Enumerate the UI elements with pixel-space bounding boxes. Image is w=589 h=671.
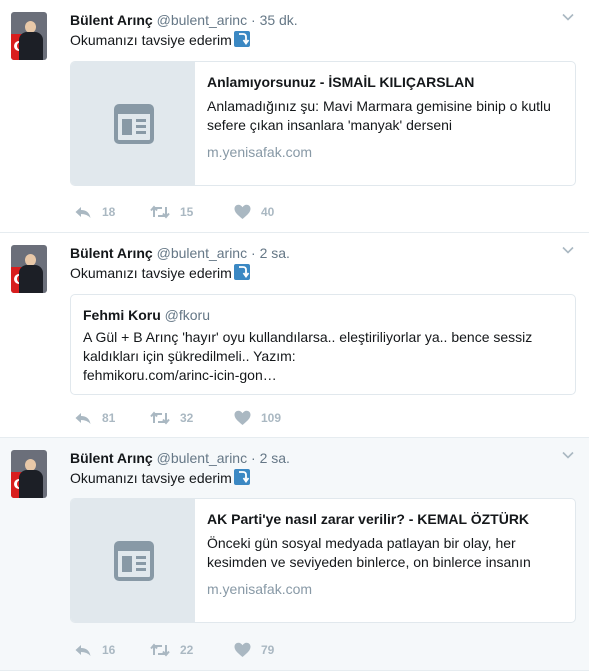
- separator: ·: [251, 245, 256, 261]
- retweet-button[interactable]: 22: [150, 640, 193, 660]
- chevron-down-icon[interactable]: [561, 448, 575, 462]
- retweet-icon: [150, 411, 170, 425]
- author-name[interactable]: Bülent Arınç: [70, 450, 153, 466]
- avatar[interactable]: [11, 450, 47, 498]
- card-thumbnail: [71, 62, 195, 185]
- tweet-text: Okumanızı tavsiye ederim: [70, 31, 250, 50]
- reply-count: 81: [102, 411, 116, 425]
- author-name[interactable]: Bülent Arınç: [70, 245, 153, 261]
- card-desc-line: kesimden ve seviyeden binlerce, on binle…: [207, 554, 531, 570]
- card-description: Anlamadığınız şu: Mavi Marmara gemisine …: [207, 97, 563, 135]
- card-title[interactable]: AK Parti'ye nasıl zarar verilir? - KEMAL…: [207, 510, 563, 528]
- like-button[interactable]: 40: [234, 202, 274, 222]
- author-handle[interactable]: @bulent_arinc: [157, 245, 248, 261]
- timestamp[interactable]: 2 sa.: [260, 450, 290, 466]
- link-card[interactable]: AK Parti'ye nasıl zarar verilir? - KEMAL…: [70, 498, 576, 623]
- author-handle[interactable]: @bulent_arinc: [157, 12, 248, 28]
- reply-button[interactable]: 18: [74, 202, 115, 222]
- quoted-author-name: Fehmi Koru: [83, 307, 161, 323]
- avatar[interactable]: [11, 12, 47, 60]
- retweet-count: 22: [180, 643, 194, 657]
- like-count: 40: [261, 205, 275, 219]
- reply-count: 16: [102, 643, 116, 657]
- separator: ·: [251, 12, 256, 28]
- timestamp[interactable]: 35 dk.: [260, 12, 298, 28]
- tweet-text-content: Okumanızı tavsiye ederim: [70, 470, 232, 486]
- reply-button[interactable]: 16: [74, 640, 115, 660]
- reply-button[interactable]: 81: [74, 408, 115, 428]
- card-desc-line: sefere çıkan insanlara 'manyak' derseni: [207, 117, 453, 133]
- avatar[interactable]: [11, 245, 47, 293]
- retweet-button[interactable]: 32: [150, 408, 193, 428]
- tweet-text: Okumanızı tavsiye ederim: [70, 264, 250, 283]
- card-title[interactable]: Anlamıyorsunuz - İSMAİL KILIÇARSLAN: [207, 73, 563, 91]
- heart-icon: [234, 642, 251, 657]
- separator: ·: [251, 450, 256, 466]
- quoted-tweet[interactable]: Fehmi Koru @fkoru A Gül + B Arınç 'hayır…: [70, 294, 576, 395]
- curved-arrow-emoji-icon: [233, 469, 250, 485]
- tweet-header: Bülent Arınç @bulent_arinc · 2 sa.: [70, 244, 290, 262]
- link-card[interactable]: Anlamıyorsunuz - İSMAİL KILIÇARSLAN Anla…: [70, 61, 576, 186]
- tweet-header: Bülent Arınç @bulent_arinc · 35 dk.: [70, 11, 298, 29]
- card-desc-line: Önceki gün sosyal medyada patlayan bir o…: [207, 535, 516, 551]
- retweet-count: 32: [180, 411, 194, 425]
- card-description: Önceki gün sosyal medyada patlayan bir o…: [207, 534, 563, 572]
- quoted-tweet-text: A Gül + B Arınç 'hayır' oyu kullandılars…: [83, 328, 563, 385]
- like-count: 109: [261, 411, 282, 425]
- retweet-icon: [150, 643, 170, 657]
- card-desc-line: Anlamadığınız şu: Mavi Marmara gemisine …: [207, 98, 551, 114]
- retweet-icon: [150, 205, 170, 219]
- like-button[interactable]: 109: [234, 408, 281, 428]
- reply-icon: [75, 645, 91, 656]
- tweet-header: Bülent Arınç @bulent_arinc · 2 sa.: [70, 449, 290, 467]
- chevron-down-icon[interactable]: [561, 10, 575, 24]
- like-count: 79: [261, 643, 275, 657]
- card-thumbnail: [71, 499, 195, 622]
- tweet[interactable]: Bülent Arınç @bulent_arinc · 35 dk. Okum…: [0, 0, 589, 233]
- tweet[interactable]: Bülent Arınç @bulent_arinc · 2 sa. Okuma…: [0, 233, 589, 438]
- author-handle[interactable]: @bulent_arinc: [157, 450, 248, 466]
- article-icon: [114, 104, 154, 144]
- chevron-down-icon[interactable]: [561, 243, 575, 257]
- quoted-author-handle: @fkoru: [164, 307, 211, 323]
- curved-arrow-emoji-icon: [233, 264, 250, 280]
- quoted-link[interactable]: fehmikoru.com/arinc-icin-gon…: [83, 366, 563, 385]
- tweet-text: Okumanızı tavsiye ederim: [70, 469, 250, 488]
- timestamp[interactable]: 2 sa.: [260, 245, 290, 261]
- tweet-text-content: Okumanızı tavsiye ederim: [70, 265, 232, 281]
- quoted-text-line: A Gül + B Arınç 'hayır' oyu kullandılars…: [83, 329, 533, 345]
- tweet-text-content: Okumanızı tavsiye ederim: [70, 32, 232, 48]
- quoted-tweet-header: Fehmi Koru @fkoru: [83, 306, 210, 324]
- card-domain[interactable]: m.yenisafak.com: [207, 580, 563, 598]
- heart-icon: [234, 410, 251, 425]
- retweet-count: 15: [180, 205, 194, 219]
- author-name[interactable]: Bülent Arınç: [70, 12, 153, 28]
- retweet-button[interactable]: 15: [150, 202, 193, 222]
- card-domain[interactable]: m.yenisafak.com: [207, 143, 563, 161]
- tweet[interactable]: Bülent Arınç @bulent_arinc · 2 sa. Okuma…: [0, 438, 589, 671]
- heart-icon: [234, 204, 251, 219]
- article-icon: [114, 541, 154, 581]
- reply-count: 18: [102, 205, 116, 219]
- reply-icon: [75, 207, 91, 218]
- curved-arrow-emoji-icon: [233, 31, 250, 47]
- reply-icon: [75, 413, 91, 424]
- like-button[interactable]: 79: [234, 640, 274, 660]
- quoted-text-line: kaldıkları için şükredilmeli.. Yazım:: [83, 348, 296, 364]
